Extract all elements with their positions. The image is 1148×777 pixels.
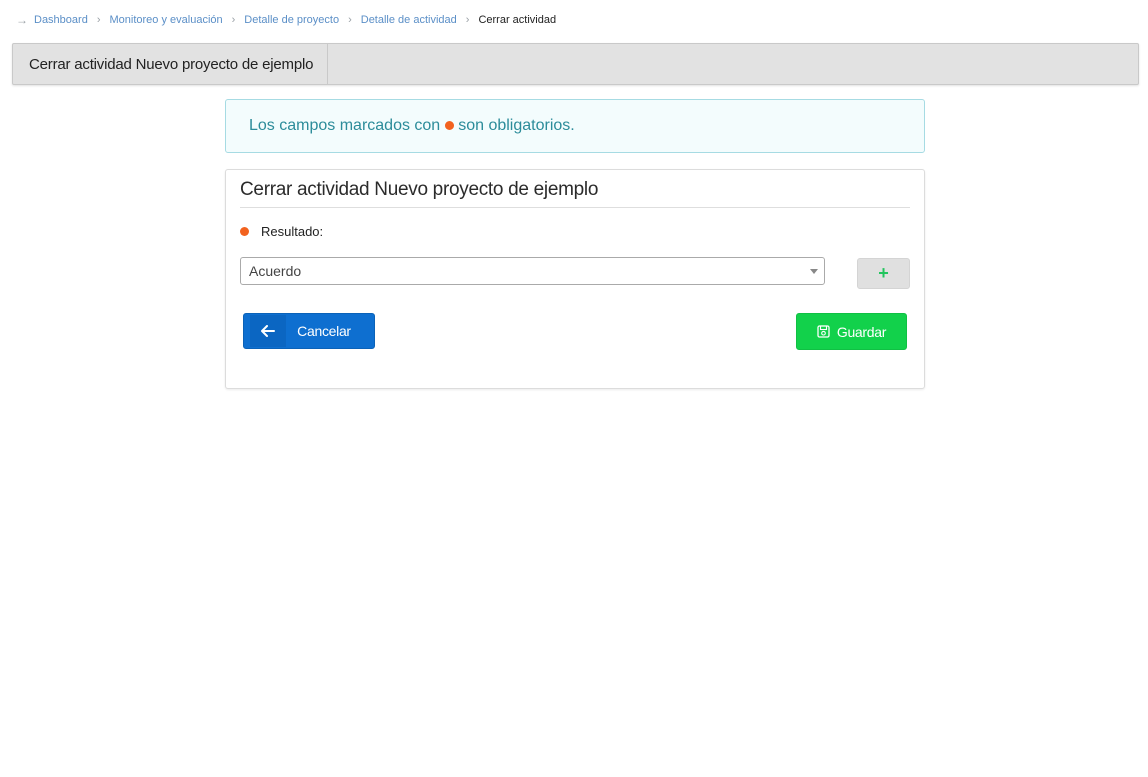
required-dot-icon xyxy=(445,120,455,130)
breadcrumb-link-monitoreo[interactable]: Monitoreo y evaluación xyxy=(110,14,223,26)
arrow-right-icon: → xyxy=(16,13,28,27)
close-activity-card: Cerrar actividad Nuevo proyecto de ejemp… xyxy=(225,169,925,389)
result-select[interactable]: Acuerdo xyxy=(240,257,825,285)
chevron-right-icon: › xyxy=(348,14,352,26)
caret-down-icon xyxy=(810,269,818,274)
result-select-value: Acuerdo xyxy=(249,263,302,279)
save-button-label: Guardar xyxy=(836,323,887,340)
breadcrumb-link-dashboard[interactable]: Dashboard xyxy=(34,14,88,26)
plus-icon: + xyxy=(878,263,889,283)
save-button[interactable]: Guardar xyxy=(796,313,907,350)
alert-text-after: son obligatorios. xyxy=(458,117,575,134)
page-header: Cerrar actividad Nuevo proyecto de ejemp… xyxy=(12,43,1139,85)
card-divider xyxy=(240,207,910,208)
result-label-text: Resultado: xyxy=(261,224,324,239)
cancel-button[interactable]: Cancelar xyxy=(243,313,375,349)
breadcrumb-link-detalle-actividad[interactable]: Detalle de actividad xyxy=(361,14,457,26)
alert-text-before: Los campos marcados con xyxy=(249,117,441,134)
breadcrumb-link-detalle-proyecto[interactable]: Detalle de proyecto xyxy=(244,14,339,26)
chevron-right-icon: › xyxy=(465,14,470,26)
breadcrumb: → Dashboard › Monitoreo y evaluación › D… xyxy=(16,12,556,28)
required-dot-icon xyxy=(240,227,249,236)
floppy-disk-icon xyxy=(817,325,830,338)
page-title: Cerrar actividad Nuevo proyecto de ejemp… xyxy=(13,44,329,84)
card-title: Cerrar actividad Nuevo proyecto de ejemp… xyxy=(240,179,599,200)
chevron-right-icon: › xyxy=(231,14,236,26)
add-result-button[interactable]: + xyxy=(857,258,910,289)
cancel-button-label: Cancelar xyxy=(297,323,351,339)
arrow-left-icon xyxy=(250,315,286,347)
required-fields-alert: Los campos marcados con son obligatorios… xyxy=(225,99,925,153)
chevron-right-icon: › xyxy=(96,14,101,26)
breadcrumb-current: Cerrar actividad xyxy=(478,14,557,26)
result-field-label: Resultado: xyxy=(240,224,323,239)
